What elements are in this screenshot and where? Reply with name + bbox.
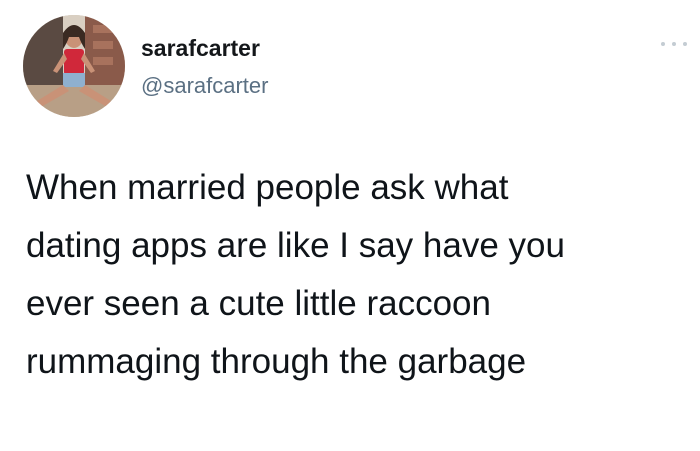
tweet-card: sarafcarter @sarafcarter When married pe… <box>0 0 700 451</box>
tweet-text-line: ever seen a cute little raccoon <box>26 284 491 323</box>
more-horizontal-icon-dot <box>672 42 676 46</box>
avatar[interactable] <box>23 15 125 117</box>
avatar-photo <box>23 15 125 117</box>
more-options-button[interactable] <box>661 36 687 52</box>
author-display-name[interactable]: sarafcarter <box>141 34 260 62</box>
more-horizontal-icon-dot <box>683 42 687 46</box>
tweet-text-line: rummaging through the garbage <box>26 342 527 381</box>
author-handle[interactable]: @sarafcarter <box>141 72 268 100</box>
tweet-text: When married people ask what dating apps… <box>26 159 666 391</box>
more-horizontal-icon <box>661 42 665 46</box>
tweet-text-line: When married people ask what <box>26 168 509 207</box>
tweet-text-line: dating apps are like I say have you <box>26 226 565 265</box>
